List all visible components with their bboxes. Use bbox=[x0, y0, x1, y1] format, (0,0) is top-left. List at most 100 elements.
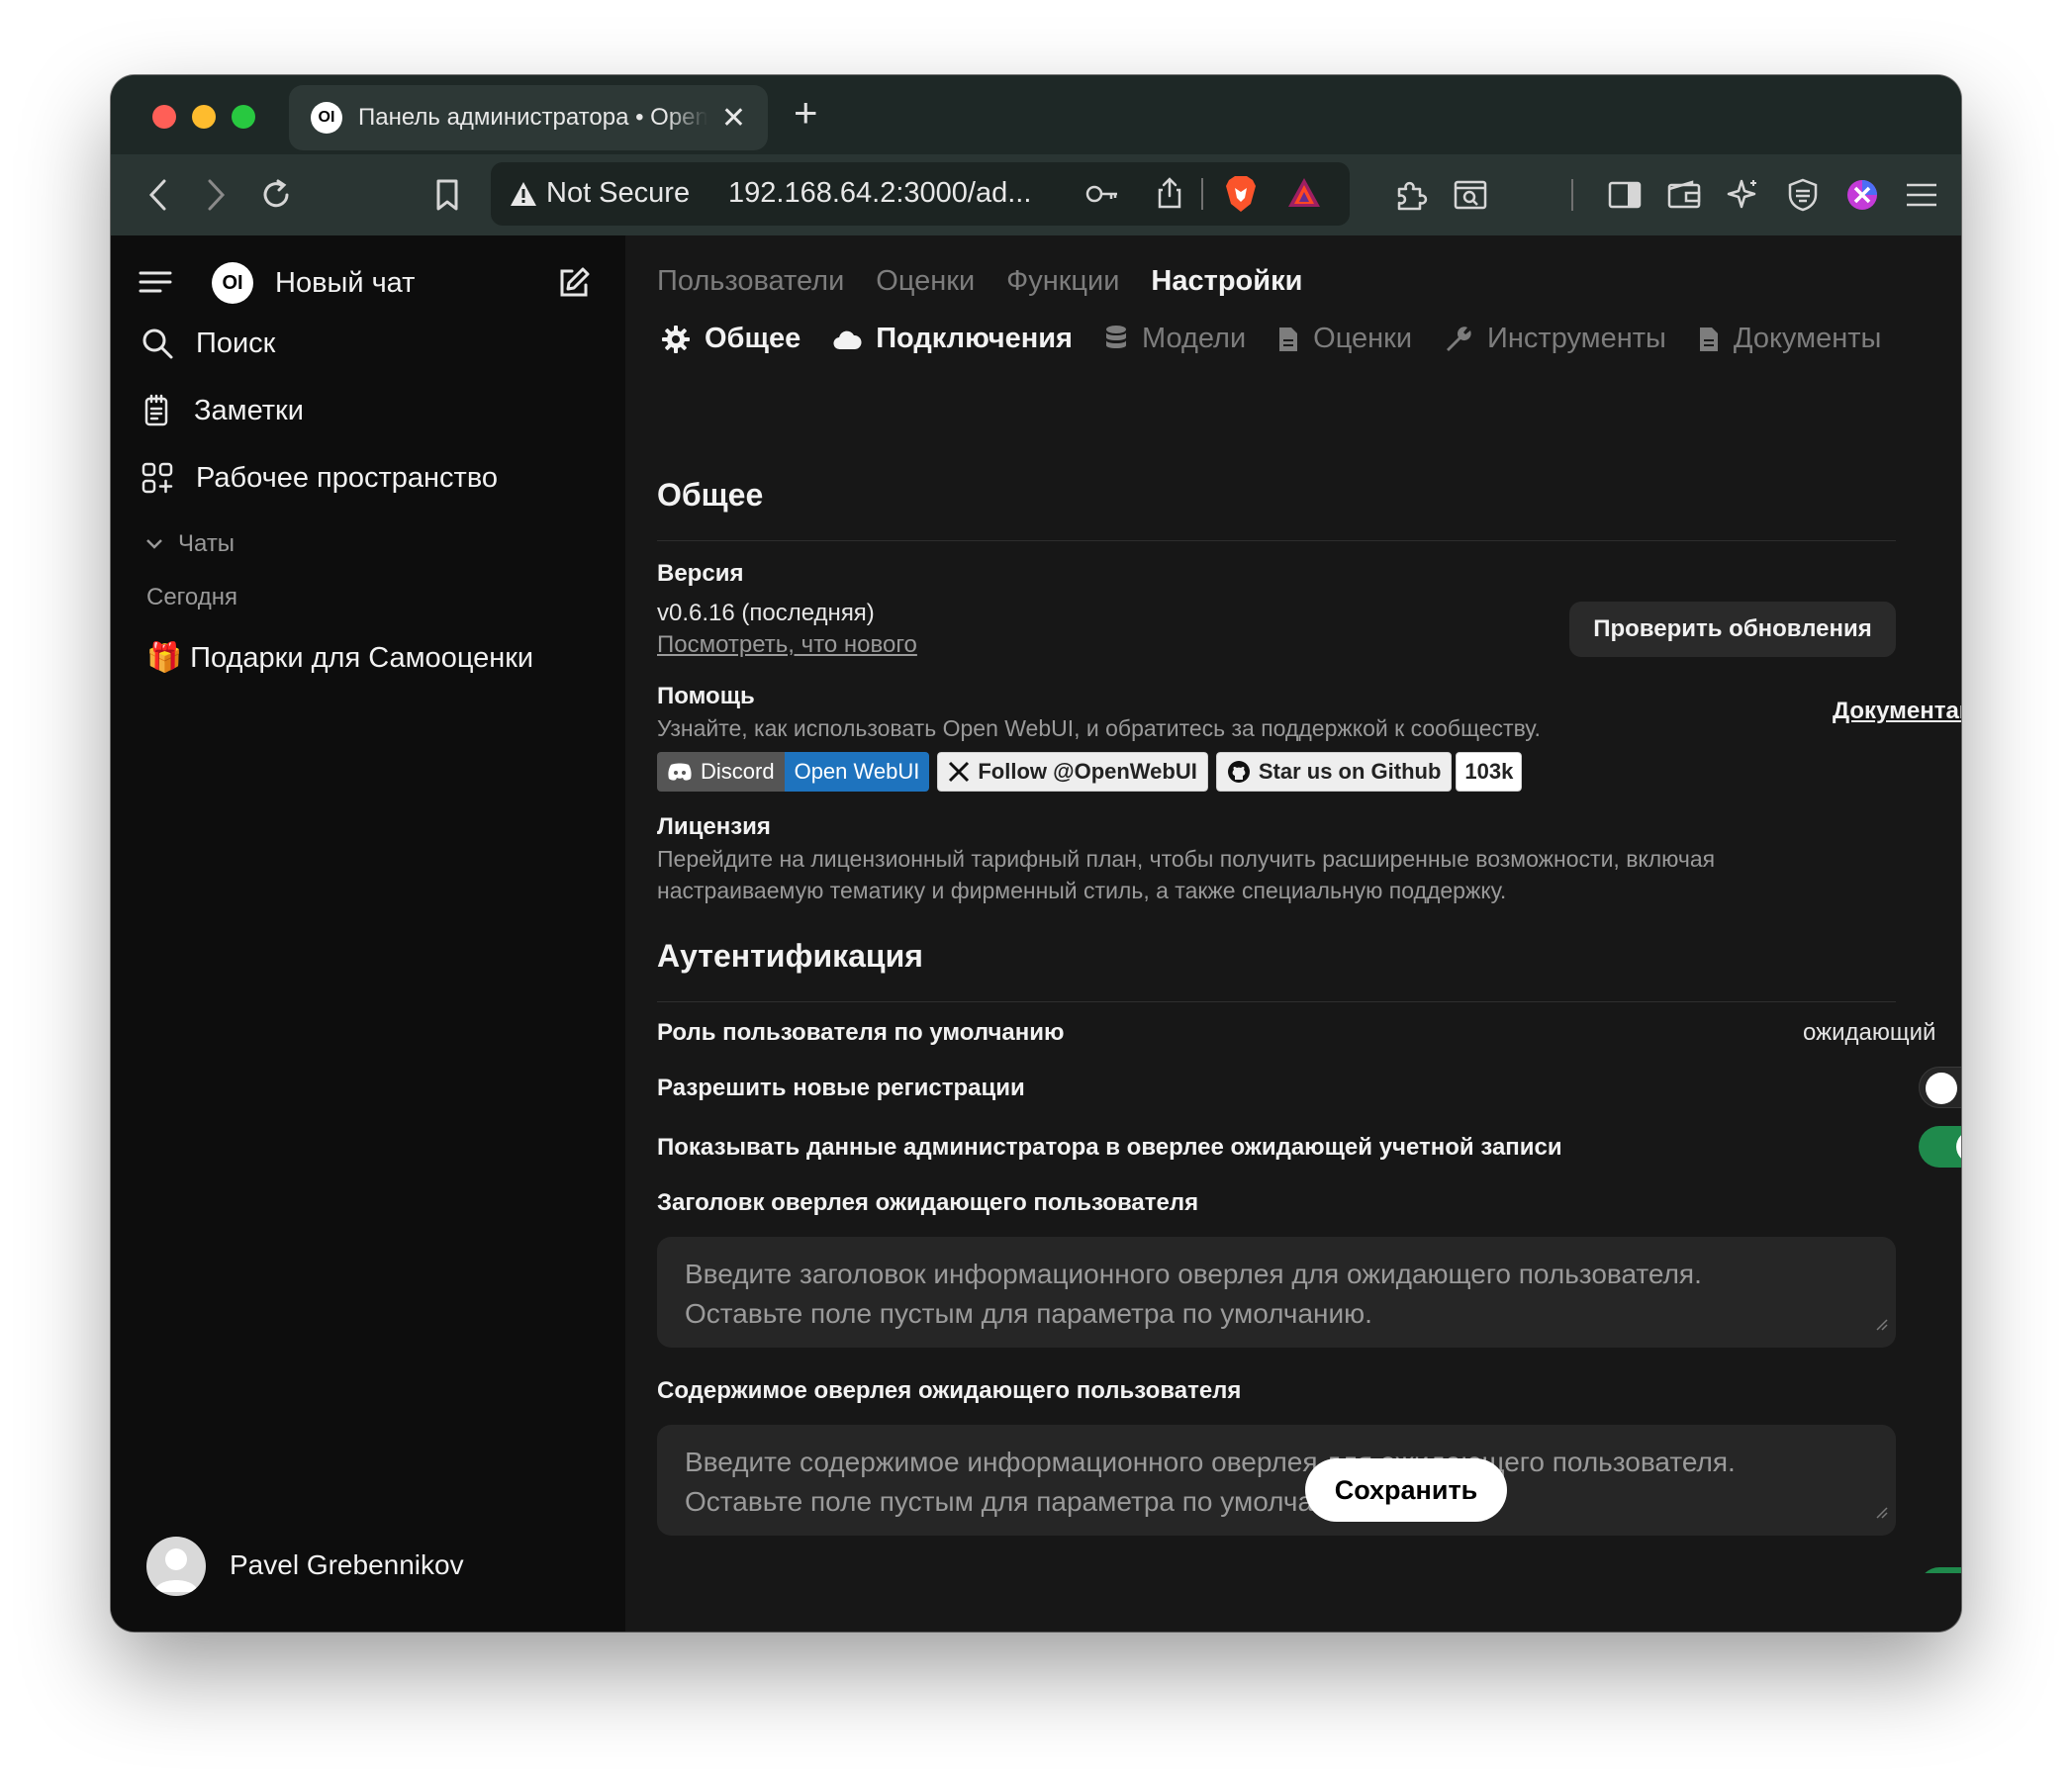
default-role-select[interactable]: ожидающий bbox=[1803, 1019, 1961, 1047]
tab-evaluations-settings[interactable]: Оценки bbox=[1277, 323, 1412, 355]
database-icon bbox=[1104, 325, 1128, 354]
sidebar-toggle-icon[interactable] bbox=[1601, 154, 1648, 235]
toggle-knob bbox=[1926, 1073, 1957, 1104]
resize-grip-icon[interactable] bbox=[1874, 1302, 1888, 1342]
not-secure-label[interactable]: Not Secure bbox=[546, 177, 690, 210]
tab-models[interactable]: Модели bbox=[1104, 323, 1246, 355]
sidebar-item-workspace[interactable]: Рабочее пространство bbox=[141, 461, 498, 495]
sidebar-item-label: Заметки bbox=[194, 394, 304, 426]
resize-grip-icon[interactable] bbox=[1874, 1490, 1888, 1530]
notes-icon bbox=[141, 394, 172, 427]
whats-new-link[interactable]: Посмотреть, что нового bbox=[657, 631, 917, 659]
new-chat-label: Новый чат bbox=[275, 266, 416, 299]
overlay-content-textarea[interactable]: Введите содержимое информационного оверл… bbox=[657, 1425, 1896, 1536]
reader-icon[interactable] bbox=[1447, 154, 1494, 235]
license-text-line1: Перейдите на лицензионный тарифный план,… bbox=[657, 846, 1716, 872]
x-follow-badge[interactable]: Follow @OpenWebUI bbox=[937, 752, 1208, 792]
sidebar-item-label: Поиск bbox=[196, 327, 276, 359]
address-bar[interactable]: Not Secure 192.168.64.2:3000/ad... bbox=[491, 162, 1350, 226]
partial-toggle[interactable] bbox=[1919, 1567, 1961, 1573]
url-divider bbox=[1201, 178, 1203, 210]
brave-rewards-icon[interactable] bbox=[1286, 176, 1322, 215]
tab-evaluations[interactable]: Оценки bbox=[876, 265, 975, 298]
sidebar-item-notes[interactable]: Заметки bbox=[141, 394, 304, 427]
menu-icon[interactable] bbox=[1898, 154, 1945, 235]
settings-tabs: Общее Подключения Модели Оценки Инструме… bbox=[661, 323, 1881, 355]
new-chat-button[interactable]: OI Новый чат bbox=[212, 262, 415, 304]
discord-badge-label: Discord bbox=[701, 759, 775, 784]
edit-icon[interactable] bbox=[556, 265, 592, 306]
url-text[interactable]: 192.168.64.2:3000/ad... bbox=[728, 177, 1031, 210]
x-logo-icon bbox=[948, 761, 970, 783]
document-icon bbox=[1698, 326, 1720, 353]
allow-signups-label: Разрешить новые регистрации bbox=[657, 1075, 1025, 1101]
browser-toolbar: Not Secure 192.168.64.2:3000/ad... bbox=[111, 154, 1961, 235]
sidebar: OI Новый чат Поиск Заметки Рабочее прост… bbox=[111, 235, 625, 1632]
cloud-icon bbox=[832, 328, 862, 351]
section-auth-title: Аутентификация bbox=[657, 938, 923, 974]
share-icon[interactable] bbox=[1156, 176, 1183, 215]
toggle-knob bbox=[1956, 1131, 1961, 1163]
allow-signups-toggle[interactable] bbox=[1919, 1067, 1961, 1108]
extensions-icon[interactable] bbox=[1387, 154, 1435, 235]
tab-tools[interactable]: Инструменты bbox=[1444, 323, 1666, 355]
check-updates-button[interactable]: Проверить обновления bbox=[1569, 602, 1896, 657]
chat-item[interactable]: 🎁 Подарки для Самооценки bbox=[146, 641, 533, 675]
tab-documents[interactable]: Документы bbox=[1698, 323, 1881, 355]
tab-connections[interactable]: Подключения bbox=[832, 323, 1073, 355]
tab-strip: OI Панель администратора • Open WebUI ✕ … bbox=[111, 75, 1961, 154]
forward-icon[interactable] bbox=[194, 154, 237, 235]
toolbar-divider bbox=[1571, 179, 1573, 211]
tab-settings[interactable]: Настройки bbox=[1151, 265, 1302, 298]
chats-section-toggle[interactable]: Чаты bbox=[144, 530, 235, 558]
show-admin-toggle[interactable] bbox=[1919, 1126, 1961, 1168]
tab-functions[interactable]: Функции bbox=[1006, 265, 1119, 298]
vpn-shield-icon[interactable] bbox=[1779, 154, 1827, 235]
show-admin-label: Показывать данные администратора в оверл… bbox=[657, 1134, 1562, 1161]
github-star-badge[interactable]: Star us on Github 103k bbox=[1215, 752, 1523, 792]
divider bbox=[657, 1001, 1896, 1002]
bookmark-icon[interactable] bbox=[425, 154, 469, 235]
license-label: Лицензия bbox=[657, 813, 771, 840]
sidebar-item-search[interactable]: Поиск bbox=[141, 327, 275, 360]
leo-ai-icon[interactable] bbox=[1720, 154, 1767, 235]
new-tab-icon[interactable]: + bbox=[794, 89, 818, 137]
tab-users[interactable]: Пользователи bbox=[657, 265, 844, 298]
document-icon bbox=[1277, 326, 1299, 353]
default-role-value: ожидающий bbox=[1803, 1019, 1936, 1046]
maximize-window-button[interactable] bbox=[232, 105, 255, 129]
tab-close-icon[interactable]: ✕ bbox=[721, 101, 746, 136]
help-label: Помощь bbox=[657, 683, 755, 709]
section-general-title: Общее bbox=[657, 477, 764, 513]
save-button[interactable]: Сохранить bbox=[1305, 1458, 1507, 1522]
overlay-title-placeholder-1: Введите заголовок информационного оверле… bbox=[685, 1259, 1702, 1289]
overlay-title-textarea[interactable]: Введите заголовок информационного оверле… bbox=[657, 1237, 1896, 1348]
version-value: v0.6.16 (последняя) bbox=[657, 600, 875, 626]
github-star-label: Star us on Github bbox=[1258, 759, 1442, 784]
openwebui-logo-icon: OI bbox=[212, 262, 253, 304]
key-icon[interactable] bbox=[1084, 178, 1120, 215]
main-content: Пользователи Оценки Функции Настройки Об… bbox=[625, 235, 1961, 1632]
tab-connections-label: Подключения bbox=[876, 323, 1073, 354]
documentation-link[interactable]: Документация bbox=[1833, 698, 1961, 725]
version-label: Версия bbox=[657, 560, 744, 587]
sidebar-menu-icon[interactable] bbox=[139, 269, 172, 300]
close-window-button[interactable] bbox=[152, 105, 176, 129]
user-name[interactable]: Pavel Grebennikov bbox=[230, 1549, 464, 1581]
minimize-window-button[interactable] bbox=[192, 105, 216, 129]
community-badges: Discord Open WebUI Follow @OpenWebUI Sta… bbox=[657, 752, 1523, 792]
discord-badge[interactable]: Discord Open WebUI bbox=[657, 752, 930, 792]
wallet-icon[interactable] bbox=[1660, 154, 1708, 235]
reload-icon[interactable] bbox=[251, 154, 301, 235]
back-icon[interactable] bbox=[137, 154, 180, 235]
browser-tab[interactable]: OI Панель администратора • Open WebUI ✕ bbox=[289, 85, 768, 150]
search-icon bbox=[141, 327, 174, 360]
tab-general[interactable]: Общее bbox=[661, 323, 801, 355]
divider bbox=[657, 540, 1896, 541]
tab-favicon-icon: OI bbox=[311, 102, 342, 134]
avatar[interactable] bbox=[146, 1537, 206, 1596]
brave-shields-icon[interactable] bbox=[1223, 174, 1259, 219]
today-label: Сегодня bbox=[146, 584, 237, 610]
profile-icon[interactable] bbox=[1838, 154, 1886, 235]
discord-badge-value: Open WebUI bbox=[784, 752, 930, 792]
